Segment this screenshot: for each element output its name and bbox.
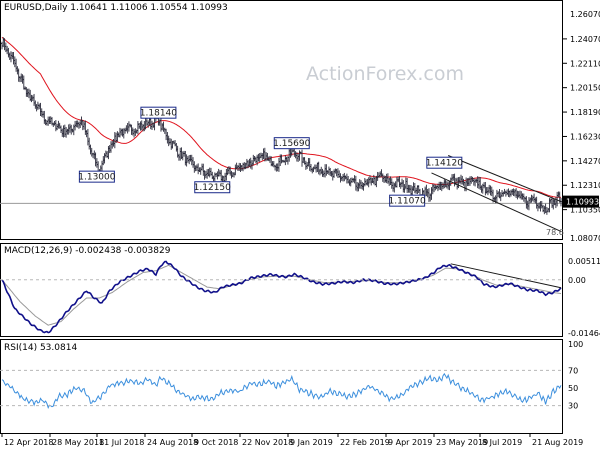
rsi-line <box>1 372 562 410</box>
macd-axis-label: 0.00 <box>568 276 586 285</box>
macd-panel-title: MACD(12,26,9) -0.002438 -0.003829 <box>4 246 171 256</box>
last-price-label: 1.10993 <box>566 198 599 207</box>
macd-lines <box>1 260 562 334</box>
price-annotation-label: 1.15690 <box>273 139 310 149</box>
rsi-panel-frame <box>0 339 563 434</box>
rsi-axis-label: 70 <box>568 366 578 375</box>
rsi-axis: 100 70 50 30 <box>0 340 583 411</box>
date-axis-label: 23 May 2019 <box>436 438 488 447</box>
macd-signal-line <box>1 264 562 326</box>
price-panel-title: EURUSD,Daily 1.10641 1.11006 1.10554 1.1… <box>4 3 228 13</box>
price-axis-label: 1.16230 <box>570 132 600 141</box>
price-axis-label: 1.26070 <box>570 10 600 19</box>
rsi-panel-title: RSI(14) 53.0814 <box>4 343 77 353</box>
price-annotation-label: 1.18140 <box>140 109 177 119</box>
rsi-axis-label: 50 <box>568 384 578 393</box>
date-axis-label: 11 Jul 2018 <box>99 438 144 447</box>
date-axis-label: 8 Jul 2019 <box>482 438 522 447</box>
price-axis-label: 1.22110 <box>570 59 600 68</box>
candlesticks <box>1 37 562 215</box>
date-axis-label: 9 Apr 2019 <box>388 438 432 447</box>
date-axis-label: 12 Apr 2018 <box>4 438 53 447</box>
date-axis-label: 22 Feb 2019 <box>340 438 390 447</box>
date-axis-label: 24 Aug 2018 <box>147 438 198 447</box>
date-axis-label: 28 May 2018 <box>52 438 104 447</box>
macd-line <box>1 260 562 334</box>
rsi-axis-label: 30 <box>568 402 578 411</box>
date-axis-label: 21 Aug 2019 <box>532 438 583 447</box>
price-axis: 1.26070 1.24070 1.22110 1.20150 1.18190 1.162… <box>546 10 600 243</box>
date-axis: 12 Apr 201828 May 201811 Jul 2018 24 Aug … <box>1 434 583 447</box>
price-annotation-label: 1.12150 <box>194 183 231 193</box>
date-axis-label: 9 Oct 2018 <box>194 438 238 447</box>
price-annotations: 1.18140 1.13000 1.12150 1.15690 1.11070 1.141… <box>78 106 463 207</box>
rsi-lines <box>1 372 562 410</box>
macd-panel-frame <box>0 243 563 337</box>
macd-axis-label: 0.005114 <box>568 257 600 266</box>
price-axis-label: 1.20150 <box>570 84 600 93</box>
price-annotation-label: 1.14120 <box>426 159 463 169</box>
chart-canvas: ActionForex.com 1.181401.130001.121501.1… <box>0 0 600 447</box>
price-annotation-label: 1.11070 <box>389 197 426 207</box>
watermark: ActionForex.com <box>306 63 464 85</box>
channel-upper-line <box>447 155 562 203</box>
price-axis-label: 1.08070 <box>570 234 600 243</box>
price-axis-label: 1.12310 <box>570 181 600 190</box>
macd-axis-label: -0.014647 <box>568 329 600 338</box>
date-axis-label: 22 Nov 2018 <box>242 438 293 447</box>
price-axis-label: 1.14270 <box>570 157 600 166</box>
fib-level-label: 78.6 <box>546 228 564 237</box>
price-annotation-label: 1.13000 <box>78 173 115 183</box>
date-axis-label: 9 Jan 2019 <box>290 438 333 447</box>
price-axis-label: 1.24070 <box>570 35 600 44</box>
price-axis-label: 1.18190 <box>570 108 600 117</box>
rsi-axis-label: 100 <box>568 340 583 349</box>
